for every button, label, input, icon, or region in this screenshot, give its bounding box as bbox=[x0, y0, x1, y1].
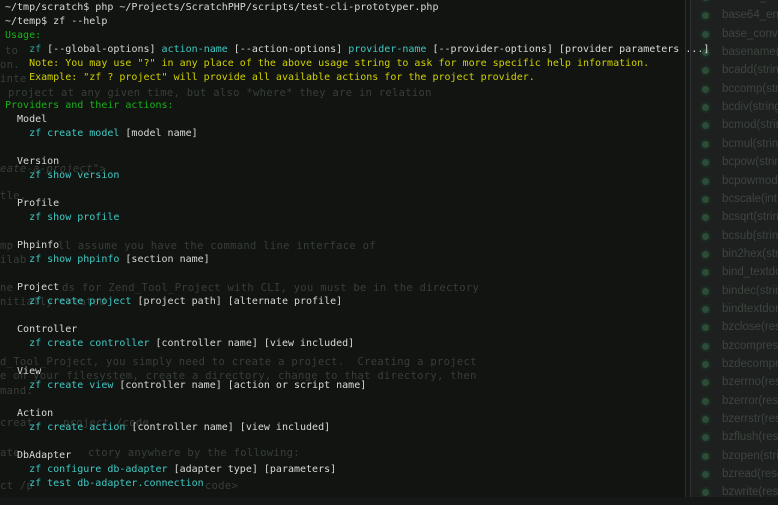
note-line: Note: You may use "?" in any place of th… bbox=[5, 57, 709, 71]
provider-command: zf configure db-adapter [adapter type] [… bbox=[5, 463, 709, 477]
function-label: basename(st bbox=[722, 46, 778, 58]
command-text: zf show version bbox=[5, 170, 119, 181]
usage-token: action-name bbox=[162, 44, 234, 55]
function-label: bcadd(string bbox=[722, 64, 778, 76]
function-label: bzflush(reso bbox=[722, 431, 778, 443]
function-label: base_conver bbox=[722, 28, 778, 40]
command-text: zf create model bbox=[5, 128, 119, 139]
function-label: bcpowmod(s bbox=[722, 175, 778, 187]
provider-command: zf create view [controller name] [action… bbox=[5, 379, 709, 393]
blank-line bbox=[5, 435, 709, 449]
command-args: [model name] bbox=[119, 128, 197, 139]
command-text: zf test db-adapter.connection bbox=[5, 478, 204, 489]
terminal-output: ~/tmp/scratch$ php ~/Projects/ScratchPHP… bbox=[5, 1, 709, 505]
function-label: bzwrite(reso bbox=[722, 486, 778, 497]
blank-line bbox=[5, 141, 709, 155]
function-label: bcpow(strin bbox=[722, 156, 778, 168]
function-label: bcmul(string bbox=[722, 138, 778, 150]
blank-line bbox=[5, 183, 709, 197]
provider-command: zf show profile bbox=[5, 211, 709, 225]
function-label: bind_textdo bbox=[722, 266, 778, 278]
command-args: [controller name] [action or script name… bbox=[113, 380, 366, 391]
function-label: bcscale(int $ bbox=[722, 193, 778, 205]
provider-name: Model bbox=[5, 113, 709, 127]
function-label: bcmod(strin bbox=[722, 119, 778, 131]
command-text: zf create controller bbox=[5, 338, 150, 349]
command-text: zf create action bbox=[5, 422, 125, 433]
provider-command: zf create project [project path] [altern… bbox=[5, 295, 709, 309]
prompt-line: ~/temp$ zf --help bbox=[5, 15, 709, 29]
function-label: bzcompress bbox=[722, 340, 778, 352]
provider-name: Project bbox=[5, 281, 709, 295]
function-label: bzclose(res bbox=[722, 321, 778, 333]
command-args: [controller name] [view included] bbox=[125, 422, 330, 433]
command-text: zf show phpinfo bbox=[5, 254, 119, 265]
function-label: bccomp(strin bbox=[722, 83, 778, 95]
usage-token: [provider parameters ...] bbox=[559, 44, 710, 55]
command-text: zf configure db-adapter bbox=[5, 464, 168, 475]
command-args: [project path] [alternate profile] bbox=[131, 296, 342, 307]
provider-name: Profile bbox=[5, 197, 709, 211]
provider-command: zf test db-adapter.connection bbox=[5, 477, 709, 491]
blank-line bbox=[5, 267, 709, 281]
function-label: bindec(strin bbox=[722, 285, 778, 297]
blank-line bbox=[5, 491, 709, 505]
blank-line bbox=[5, 351, 709, 365]
function-label: base64_deco bbox=[722, 0, 778, 3]
blank-line bbox=[5, 85, 709, 99]
usage-token: zf bbox=[29, 44, 47, 55]
function-label: bcdiv(string bbox=[722, 101, 778, 113]
command-text: zf create project bbox=[5, 296, 131, 307]
function-label: bzerrstr(res bbox=[722, 413, 778, 425]
usage-heading: Usage: bbox=[5, 29, 709, 43]
example-line: Example: "zf ? project" will provide all… bbox=[5, 71, 709, 85]
usage-token: [--action-options] bbox=[234, 44, 348, 55]
function-label: bzopen(strin bbox=[722, 450, 778, 462]
function-label: bcsqrt(strin bbox=[722, 211, 778, 223]
prompt-line: ~/tmp/scratch$ php ~/Projects/ScratchPHP… bbox=[5, 1, 709, 15]
provider-command: zf create action [controller name] [view… bbox=[5, 421, 709, 435]
provider-name: Phpinfo bbox=[5, 239, 709, 253]
provider-command: zf create controller [controller name] [… bbox=[5, 337, 709, 351]
command-args: [section name] bbox=[119, 254, 209, 265]
function-label: bzerror(reso bbox=[722, 395, 778, 407]
function-label: bzread(reso bbox=[722, 468, 778, 480]
provider-command: zf show phpinfo [section name] bbox=[5, 253, 709, 267]
command-text: zf show profile bbox=[5, 212, 119, 223]
command-args: [controller name] [view included] bbox=[150, 338, 355, 349]
usage-token: [--provider-options] bbox=[432, 44, 558, 55]
usage-line: zf [--global-options] action-name [--act… bbox=[5, 43, 709, 57]
function-label: bindtextdom bbox=[722, 303, 778, 315]
provider-name: View bbox=[5, 365, 709, 379]
terminal-window[interactable]: toon.inteproject at any given time, but … bbox=[0, 0, 685, 497]
provider-name: Controller bbox=[5, 323, 709, 337]
provider-name: DbAdapter bbox=[5, 449, 709, 463]
command-args: [adapter type] [parameters] bbox=[168, 464, 337, 475]
function-label: bin2hex(stri bbox=[722, 248, 778, 260]
usage-token bbox=[5, 44, 29, 55]
usage-token: provider-name bbox=[348, 44, 432, 55]
provider-command: zf create model [model name] bbox=[5, 127, 709, 141]
function-label: base64_enco bbox=[722, 9, 778, 21]
usage-token: [--global-options] bbox=[47, 44, 161, 55]
blank-line bbox=[5, 225, 709, 239]
providers-heading: Providers and their actions: bbox=[5, 99, 709, 113]
provider-command: zf show version bbox=[5, 169, 709, 183]
blank-line bbox=[5, 309, 709, 323]
function-label: bzerrno(res bbox=[722, 376, 778, 388]
provider-name: Action bbox=[5, 407, 709, 421]
function-label: bcsub(string bbox=[722, 230, 778, 242]
command-text: zf create view bbox=[5, 380, 113, 391]
blank-line bbox=[5, 393, 709, 407]
provider-name: Version bbox=[5, 155, 709, 169]
function-label: bzdecompre bbox=[722, 358, 778, 370]
